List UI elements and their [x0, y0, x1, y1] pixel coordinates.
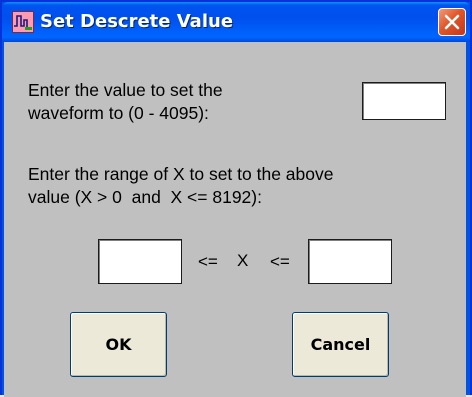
value-prompt-line1: Enter the value to set the	[28, 80, 223, 100]
range-prompt-line2: value (X > 0 and X <= 8192):	[28, 187, 262, 207]
range-variable: X	[237, 251, 249, 270]
waveform-app-icon	[12, 11, 34, 33]
range-max-input[interactable]	[308, 239, 392, 284]
close-button[interactable]	[438, 8, 466, 36]
range-min-input[interactable]	[98, 239, 182, 284]
cancel-button[interactable]: Cancel	[292, 312, 389, 377]
range-left-operator: <=	[198, 252, 218, 271]
dialog-window: Set Descrete Value Enter the value to se…	[0, 0, 472, 397]
title-bar[interactable]: Set Descrete Value	[2, 2, 470, 42]
ok-button[interactable]: OK	[70, 312, 167, 377]
value-prompt-line2: waveform to (0 - 4095):	[28, 103, 209, 123]
dialog-body: Enter the value to set the waveform to (…	[4, 42, 466, 397]
range-right-operator: <=	[270, 252, 290, 271]
range-prompt-line1: Enter the range of X to set to the above	[28, 164, 334, 184]
window-title: Set Descrete Value	[40, 11, 234, 32]
waveform-value-input[interactable]	[362, 82, 446, 120]
close-icon	[444, 14, 460, 30]
